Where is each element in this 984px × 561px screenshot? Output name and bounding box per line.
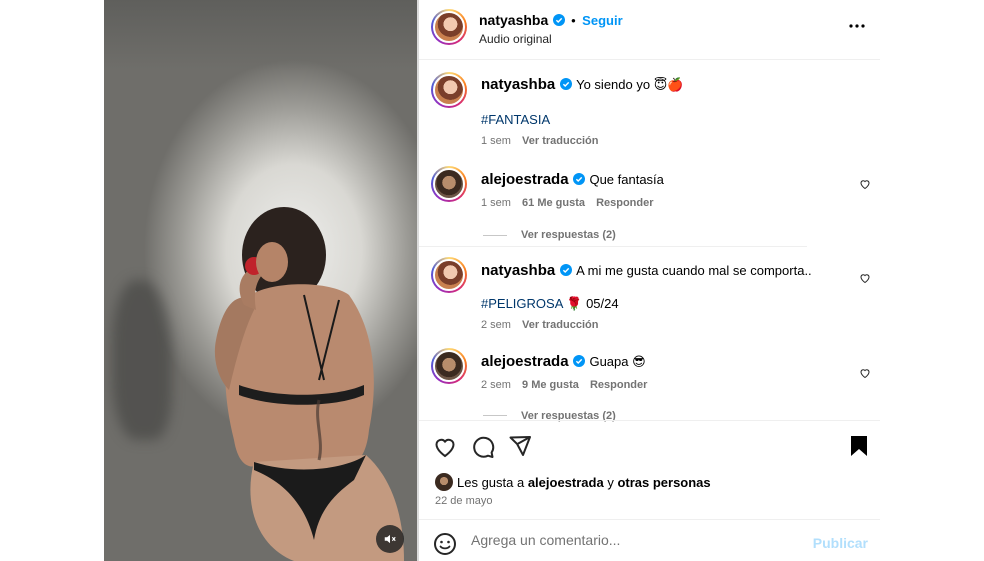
liker-username[interactable]: alejoestrada	[528, 475, 604, 490]
liker-avatar[interactable]	[435, 473, 453, 491]
verified-badge-icon	[559, 264, 572, 276]
comment-username[interactable]: natyashba	[481, 262, 555, 279]
caption-translate-link[interactable]: Ver traducción	[522, 135, 598, 147]
like-heart-icon[interactable]	[433, 435, 457, 459]
comment-username[interactable]: alejoestrada	[481, 171, 569, 188]
comment-separator	[419, 246, 807, 247]
like-comment-heart-icon[interactable]	[859, 272, 871, 284]
caption-time[interactable]: 1 sem	[481, 135, 511, 147]
comment-hashtag[interactable]: #PELIGROSA	[481, 296, 563, 311]
author-username[interactable]: natyashba	[479, 12, 548, 28]
comment-avatar[interactable]	[431, 348, 467, 384]
add-comment-bar: Publicar	[419, 519, 880, 561]
share-paper-plane-icon[interactable]	[508, 434, 532, 458]
media-figure-illustration	[214, 207, 404, 561]
mute-button[interactable]	[376, 525, 404, 553]
likes-summary: Les gusta a alejoestrada y otras persona…	[457, 475, 711, 490]
comment-item: alejoestrada Que fantasía	[481, 171, 664, 189]
comment-time[interactable]: 2 sem	[481, 379, 511, 391]
caption-hashtag[interactable]: #FANTASIA	[481, 112, 550, 127]
add-comment-input[interactable]	[471, 532, 801, 548]
post-date[interactable]: 22 de mayo	[435, 495, 492, 507]
publish-button[interactable]: Publicar	[813, 535, 868, 551]
view-replies-button[interactable]: Ver respuestas (2)	[521, 229, 616, 241]
save-bookmark-icon[interactable]	[849, 435, 869, 457]
verified-badge-icon	[573, 355, 585, 367]
others-likes-link[interactable]: otras personas	[617, 475, 710, 490]
likes-prefix: Les gusta a	[457, 475, 528, 490]
caption-text: Yo siendo yo 😇🍎	[576, 77, 684, 92]
follow-button[interactable]: Seguir	[582, 13, 622, 28]
comment-likes[interactable]: 9 Me gusta	[522, 379, 579, 391]
verified-badge-icon	[573, 173, 585, 185]
author-avatar[interactable]	[431, 9, 467, 45]
comment-bubble-icon[interactable]	[471, 435, 495, 459]
comment-translate-link[interactable]: Ver traducción	[522, 319, 598, 331]
comment-text-line2: 🌹 05/24	[562, 296, 619, 311]
likes-joiner: y	[603, 475, 618, 490]
caption-username[interactable]: natyashba	[481, 76, 555, 93]
comment-item: natyashba A mi me gusta cuando mal se co…	[481, 262, 812, 280]
audio-label[interactable]: Audio original	[479, 32, 552, 46]
figure-face	[256, 242, 288, 282]
replies-line	[483, 415, 507, 416]
more-horizontal-icon[interactable]	[849, 24, 865, 28]
post-media-video[interactable]	[104, 0, 417, 561]
comment-time[interactable]: 2 sem	[481, 319, 511, 331]
caption-avatar[interactable]	[431, 72, 467, 108]
comment-likes[interactable]: 61 Me gusta	[522, 197, 585, 209]
like-comment-heart-icon[interactable]	[859, 178, 871, 190]
comment-username[interactable]: alejoestrada	[481, 353, 569, 370]
like-comment-heart-icon[interactable]	[859, 367, 871, 379]
post-details-panel: natyashba • Seguir Audio original natyas…	[419, 0, 880, 561]
replies-line	[483, 235, 507, 236]
comment-avatar[interactable]	[431, 257, 467, 293]
muted-speaker-icon	[384, 534, 396, 544]
reply-button[interactable]: Responder	[590, 379, 647, 391]
comment-text: A mi me gusta cuando mal se comporta..	[576, 263, 812, 278]
verified-badge-icon	[552, 14, 565, 26]
verified-badge-icon	[559, 78, 572, 90]
comment-text: Guapa 😎	[589, 354, 646, 369]
comment-text: Que fantasía	[589, 172, 664, 187]
comment-avatar[interactable]	[431, 166, 467, 202]
post-header: natyashba • Seguir Audio original	[419, 0, 880, 60]
header-separator: •	[571, 13, 576, 28]
emoji-smiley-icon[interactable]	[433, 532, 457, 556]
comment-item: alejoestrada Guapa 😎	[481, 353, 646, 371]
reply-button[interactable]: Responder	[596, 197, 653, 209]
comment-time[interactable]: 1 sem	[481, 197, 511, 209]
post-actions-section: Les gusta a alejoestrada y otras persona…	[419, 420, 880, 520]
